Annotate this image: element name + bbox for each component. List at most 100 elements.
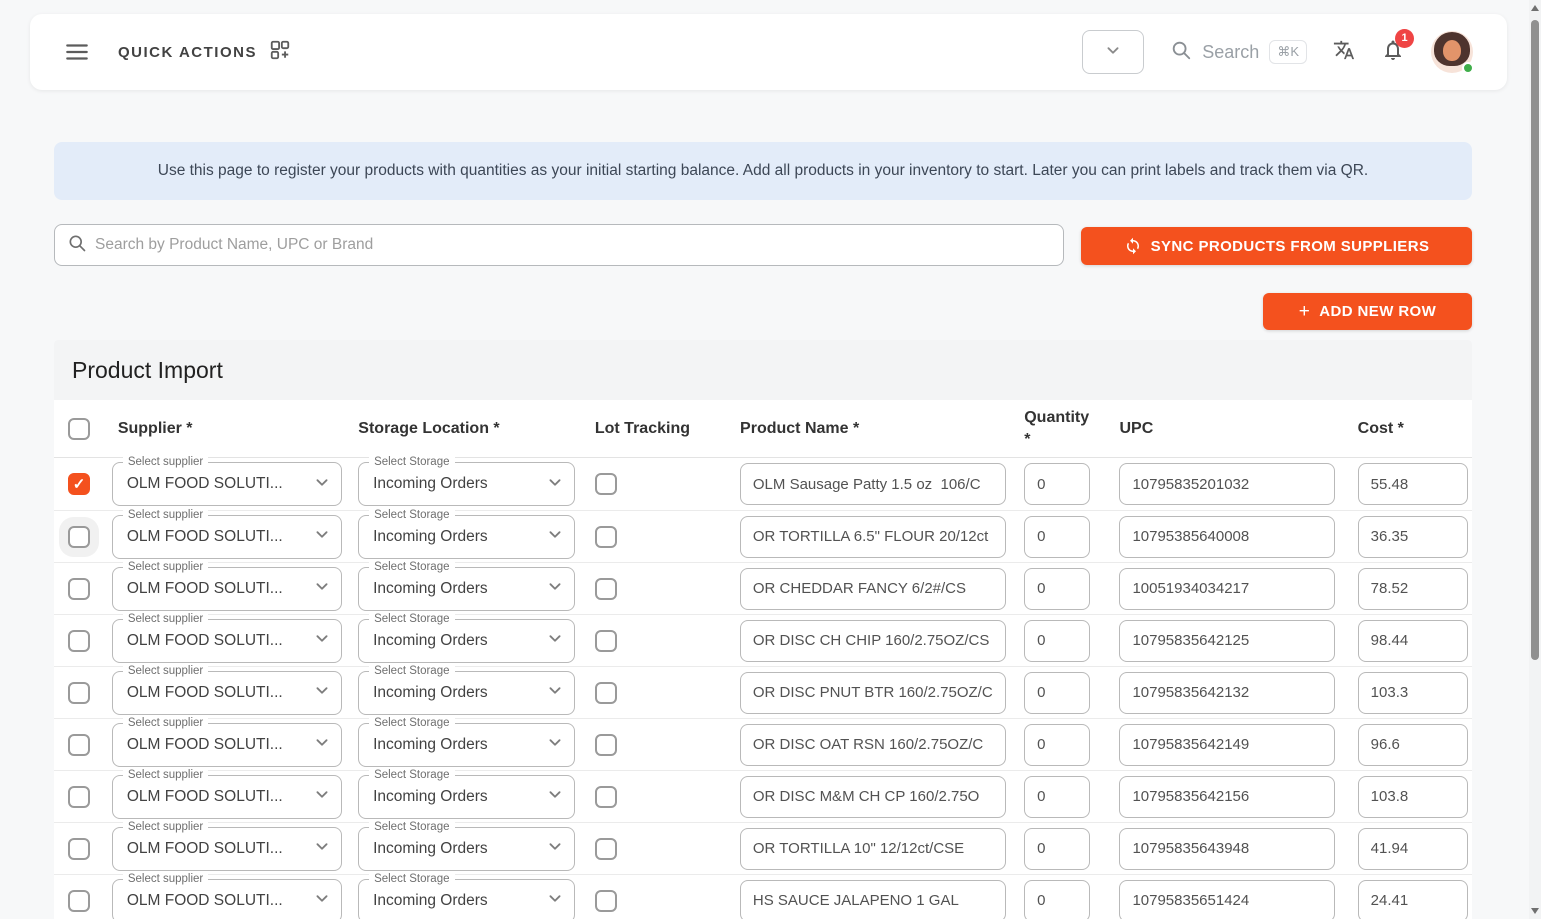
scrollbar-down-arrow[interactable] — [1531, 908, 1539, 914]
lot-tracking-checkbox[interactable] — [594, 889, 617, 912]
supplier-select[interactable]: Select supplier OLM FOOD SOLUTI... — [111, 664, 342, 715]
translate-icon[interactable] — [1333, 39, 1355, 66]
row-select-checkbox[interactable] — [68, 525, 90, 548]
storage-select[interactable]: Select Storage Incoming Orders — [358, 456, 576, 506]
row-select-checkbox[interactable] — [68, 733, 90, 756]
upc-input[interactable] — [1119, 671, 1336, 714]
chevron-down-icon — [1102, 39, 1124, 66]
cost-input[interactable] — [1357, 879, 1468, 919]
lot-tracking-checkbox[interactable] — [594, 733, 617, 756]
product-name-input[interactable] — [739, 463, 1006, 505]
page-scrollbar[interactable] — [1529, 0, 1541, 919]
storage-select-label: Select Storage — [369, 612, 455, 626]
hamburger-menu-icon[interactable] — [64, 39, 90, 65]
select-all-checkbox[interactable] — [68, 417, 90, 440]
upc-input[interactable] — [1119, 463, 1336, 505]
row-select-checkbox[interactable] — [68, 681, 90, 704]
quantity-input[interactable] — [1024, 879, 1091, 919]
quantity-input[interactable] — [1024, 827, 1091, 870]
product-search-bar — [54, 224, 1064, 266]
product-search-input[interactable] — [95, 236, 1051, 254]
storage-select[interactable]: Select Storage Incoming Orders — [358, 664, 576, 715]
quantity-input[interactable] — [1024, 671, 1091, 714]
workspace-select[interactable] — [1082, 30, 1145, 74]
storage-select[interactable]: Select Storage Incoming Orders — [358, 768, 576, 819]
lot-tracking-checkbox[interactable] — [594, 525, 617, 548]
cost-input[interactable] — [1357, 775, 1468, 818]
quantity-input[interactable] — [1024, 775, 1091, 818]
cost-input[interactable] — [1357, 515, 1468, 558]
search-icon — [1170, 39, 1192, 66]
notifications-button[interactable]: 1 — [1381, 28, 1414, 67]
table-row: Select supplier OLM FOOD SOLUTI... Selec… — [54, 716, 1472, 770]
lot-tracking-checkbox[interactable] — [594, 785, 617, 808]
quantity-input[interactable] — [1024, 463, 1091, 505]
supplier-select[interactable]: Select supplier OLM FOOD SOLUTI... — [111, 612, 342, 663]
add-new-row-button[interactable]: + ADD NEW ROW — [1263, 293, 1472, 330]
supplier-select[interactable]: Select supplier OLM FOOD SOLUTI... — [111, 716, 342, 767]
storage-select-value: Incoming Orders — [373, 683, 488, 701]
storage-select[interactable]: Select Storage Incoming Orders — [358, 872, 576, 919]
upc-input[interactable] — [1119, 567, 1336, 610]
supplier-select-value: OLM FOOD SOLUTI... — [126, 891, 283, 909]
lot-tracking-checkbox[interactable] — [594, 837, 617, 860]
upc-input[interactable] — [1119, 827, 1336, 870]
storage-select-value: Incoming Orders — [373, 631, 488, 649]
scrollbar-up-arrow[interactable] — [1531, 5, 1539, 11]
info-banner: Use this page to register your products … — [54, 142, 1472, 200]
supplier-select[interactable]: Select supplier OLM FOOD SOLUTI... — [111, 508, 342, 559]
quantity-input[interactable] — [1024, 567, 1091, 610]
storage-select[interactable]: Select Storage Incoming Orders — [358, 560, 576, 611]
upc-input[interactable] — [1119, 775, 1336, 818]
supplier-select[interactable]: Select supplier OLM FOOD SOLUTI... — [111, 820, 342, 871]
upc-input[interactable] — [1119, 619, 1336, 662]
sync-products-button[interactable]: SYNC PRODUCTS FROM SUPPLIERS — [1081, 227, 1472, 265]
product-name-input[interactable] — [739, 723, 1006, 766]
storage-select[interactable]: Select Storage Incoming Orders — [358, 508, 576, 559]
quick-actions-button[interactable]: QUICK ACTIONS — [118, 39, 291, 66]
supplier-select[interactable]: Select supplier OLM FOOD SOLUTI... — [111, 872, 342, 919]
product-name-input[interactable] — [739, 515, 1006, 558]
row-select-checkbox[interactable] — [68, 473, 90, 495]
upc-input[interactable] — [1119, 879, 1336, 919]
row-select-checkbox[interactable] — [68, 837, 90, 860]
header-lot-tracking: Lot Tracking — [594, 419, 690, 437]
product-name-input[interactable] — [739, 619, 1006, 662]
storage-select[interactable]: Select Storage Incoming Orders — [358, 716, 576, 767]
product-name-input[interactable] — [739, 567, 1006, 610]
user-avatar[interactable] — [1431, 31, 1474, 74]
product-name-input[interactable] — [739, 879, 1006, 919]
row-select-checkbox[interactable] — [68, 889, 90, 912]
lot-tracking-checkbox[interactable] — [594, 681, 617, 704]
row-select-checkbox[interactable] — [68, 577, 90, 600]
lot-tracking-checkbox[interactable] — [594, 577, 617, 600]
product-name-input[interactable] — [739, 775, 1006, 818]
row-select-checkbox[interactable] — [68, 785, 90, 808]
table-row: Select supplier OLM FOOD SOLUTI... Selec… — [54, 768, 1472, 822]
supplier-select[interactable]: Select supplier OLM FOOD SOLUTI... — [111, 456, 342, 506]
info-banner-text: Use this page to register your products … — [157, 162, 1369, 179]
product-name-input[interactable] — [739, 827, 1006, 870]
quantity-input[interactable] — [1024, 723, 1091, 766]
cost-input[interactable] — [1357, 619, 1468, 662]
product-name-input[interactable] — [739, 671, 1006, 714]
cost-input[interactable] — [1357, 671, 1468, 714]
lot-tracking-checkbox[interactable] — [594, 473, 617, 495]
quantity-input[interactable] — [1024, 515, 1091, 558]
row-select-checkbox[interactable] — [68, 629, 90, 652]
quantity-input[interactable] — [1024, 619, 1091, 662]
storage-select[interactable]: Select Storage Incoming Orders — [358, 612, 576, 663]
cost-input[interactable] — [1357, 463, 1468, 505]
lot-tracking-checkbox[interactable] — [594, 629, 617, 652]
storage-select-label: Select Storage — [369, 664, 455, 678]
supplier-select[interactable]: Select supplier OLM FOOD SOLUTI... — [111, 560, 342, 611]
cost-input[interactable] — [1357, 723, 1468, 766]
global-search[interactable]: Search ⌘K — [1170, 39, 1307, 66]
storage-select[interactable]: Select Storage Incoming Orders — [358, 820, 576, 871]
cost-input[interactable] — [1357, 567, 1468, 610]
supplier-select[interactable]: Select supplier OLM FOOD SOLUTI... — [111, 768, 342, 819]
upc-input[interactable] — [1119, 515, 1336, 558]
upc-input[interactable] — [1119, 723, 1336, 766]
scrollbar-thumb[interactable] — [1531, 20, 1539, 660]
cost-input[interactable] — [1357, 827, 1468, 870]
